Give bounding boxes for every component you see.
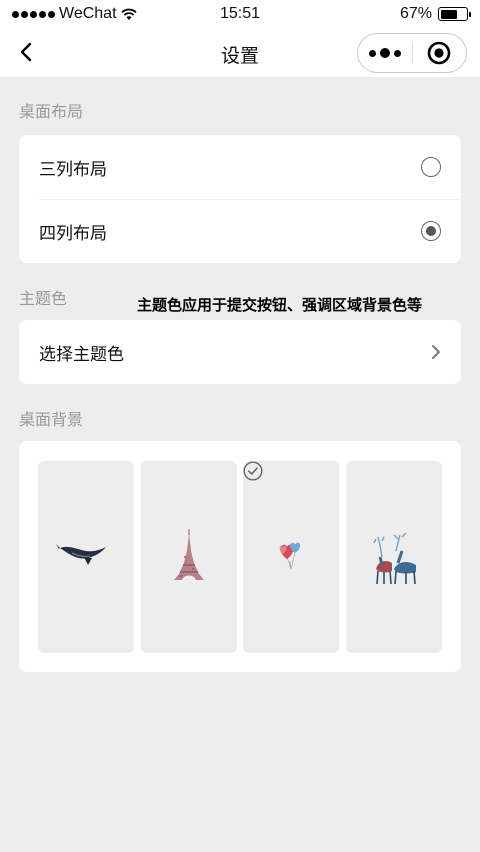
background-section-title: 桌面背景 <box>19 410 84 429</box>
layout-section-title: 桌面布局 <box>19 102 84 121</box>
layout-option-four[interactable]: 四列布局 <box>19 199 461 263</box>
theme-section-title: 主题色 <box>19 289 68 308</box>
more-dot-icon <box>369 49 376 57</box>
status-right: 67% <box>399 5 471 23</box>
theme-hint: 主题色应用于提交按钮、强调区域背景色等 <box>137 296 423 314</box>
layout-option-three[interactable]: 三列布局 <box>19 135 461 199</box>
battery-fill <box>440 9 458 19</box>
eiffel-tower-image <box>174 529 204 580</box>
menu-capsule <box>357 33 467 73</box>
deer-image <box>373 532 416 585</box>
background-thumb-whale[interactable] <box>38 461 134 653</box>
choose-theme-row[interactable]: 选择主题色 <box>19 320 461 384</box>
nav-bar: 设置 <box>0 30 480 77</box>
whale-image <box>55 544 106 565</box>
layout-option-label: 四列布局 <box>39 223 107 244</box>
radio-unchecked-icon[interactable] <box>421 157 441 177</box>
radio-checked-icon[interactable] <box>421 221 441 241</box>
layout-option-label: 三列布局 <box>39 159 107 180</box>
background-thumb-eiffel-tower[interactable] <box>141 461 237 653</box>
check-circle-icon <box>243 461 263 481</box>
close-button[interactable] <box>413 34 466 72</box>
battery-percent: 67% <box>399 5 432 22</box>
target-close-icon <box>428 41 451 65</box>
battery-icon <box>438 7 471 21</box>
more-dot-icon <box>380 48 390 58</box>
layout-card: 三列布局 四列布局 <box>19 135 461 263</box>
status-bar: WeChat 15:51 67% <box>0 0 480 30</box>
chevron-right-icon <box>432 345 440 359</box>
theme-card: 选择主题色 <box>19 320 461 384</box>
heart-balloons-image <box>279 542 301 570</box>
choose-theme-label: 选择主题色 <box>39 344 124 365</box>
more-button[interactable] <box>358 34 412 72</box>
background-thumb-heart-balloons[interactable] <box>243 461 339 653</box>
background-card <box>19 441 461 672</box>
background-thumb-deer[interactable] <box>346 461 442 653</box>
more-dot-icon <box>394 49 401 57</box>
